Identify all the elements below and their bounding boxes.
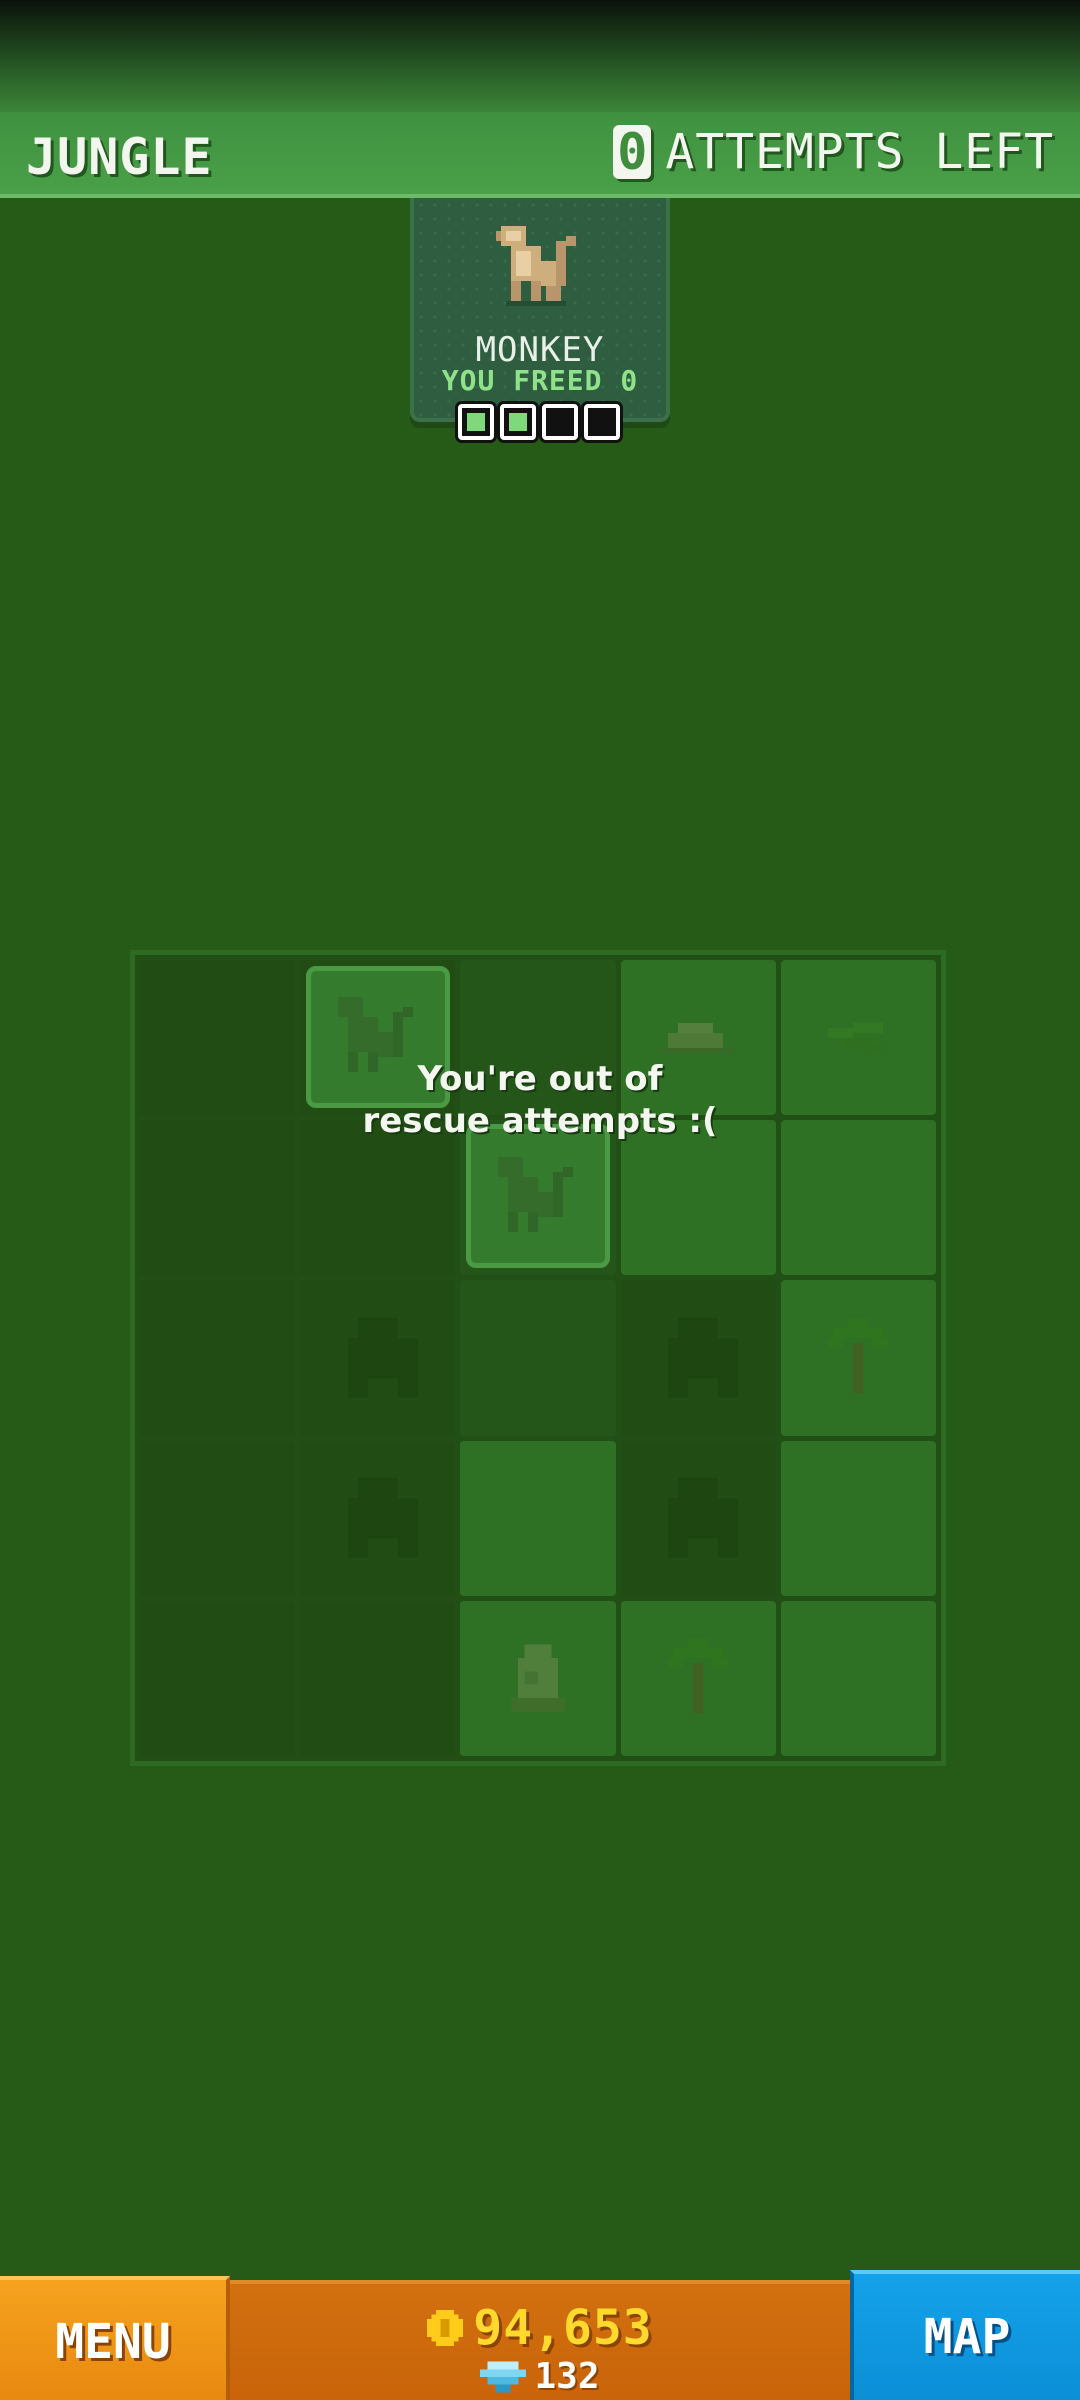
gorilla-silhouette-icon [668,1478,739,1559]
zone-title: JUNGLE [26,128,213,186]
top-bar: JUNGLE 0 ATTEMPTS LEFT [0,112,1080,198]
gems-value: 132 [534,2356,600,2397]
gorilla-silhouette-icon [668,1317,739,1398]
board-cell[interactable] [460,1440,616,1596]
progress-slot [500,404,536,440]
status-bar-shade [0,0,1080,120]
bottom-bar: MENU 94,653 132 MAP [0,2270,1080,2400]
board-cell[interactable] [300,1600,456,1756]
board-cell[interactable] [780,1280,936,1436]
currency-panel: 94,653 132 [230,2280,850,2400]
progress-slot [584,404,620,440]
freed-count: 0 [620,364,639,397]
menu-button[interactable]: MENU [0,2276,230,2400]
attempts-count: 0 [613,125,652,179]
progress-slot [458,404,494,440]
board-cell[interactable] [780,1120,936,1276]
freed-status: YOU FREED 0 [414,364,666,397]
board-cell[interactable] [460,1600,616,1756]
gem-icon [480,2361,527,2392]
message-line-1: You're out of [417,1059,663,1099]
egg-icon [511,1645,565,1712]
palm-tree-icon [668,1638,729,1714]
coins-value: 94,653 [473,2300,653,2356]
gems-display: 132 [230,2356,850,2397]
rescued-monkey-tile [466,1124,610,1268]
monkey-icon [498,1157,573,1232]
coins-display: 94,653 [230,2300,850,2356]
map-button[interactable]: MAP [850,2270,1080,2400]
board-cell[interactable] [620,1440,776,1596]
attempts-label: ATTEMPTS LEFT [665,124,1054,180]
board-cell[interactable] [780,1600,936,1756]
board-cell[interactable] [140,1440,296,1596]
board-cell[interactable] [620,1120,776,1276]
board-cell[interactable] [780,1440,936,1596]
out-of-attempts-message: You're out of rescue attempts :( [0,1058,1080,1142]
monkey-icon [496,226,576,306]
palm-tree-icon [828,1317,889,1393]
attempts-indicator: 0 ATTEMPTS LEFT [613,124,1054,180]
board-cell[interactable] [300,1440,456,1596]
freed-label: YOU FREED [441,364,603,397]
board-cell[interactable] [140,1600,296,1756]
gorilla-silhouette-icon [347,1317,418,1398]
board-cell[interactable] [300,1280,456,1436]
rescue-progress [458,404,620,440]
message-line-2: rescue attempts :( [362,1101,718,1141]
leaves-icon [828,1022,884,1053]
coin-icon [427,2310,464,2346]
progress-slot [542,404,578,440]
rock-icon [663,1022,734,1053]
board-cell[interactable] [300,1120,456,1276]
board-cell[interactable] [140,1280,296,1436]
board-cell[interactable] [620,1280,776,1436]
board-cell[interactable] [140,1120,296,1276]
board-cell[interactable] [460,1280,616,1436]
gorilla-silhouette-icon [347,1478,418,1559]
board-cell[interactable] [620,1600,776,1756]
animal-card[interactable]: MONKEY YOU FREED 0 [410,198,670,422]
